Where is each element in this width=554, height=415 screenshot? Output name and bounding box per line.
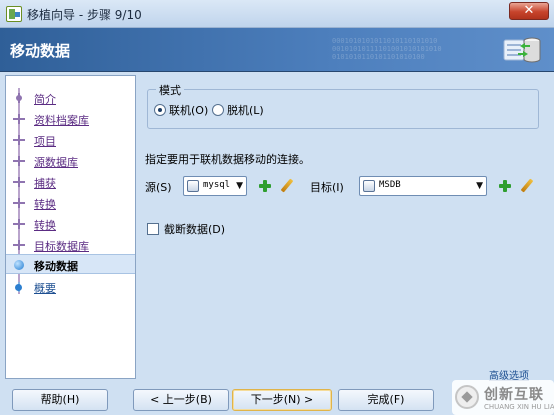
step-done-icon — [13, 240, 25, 250]
wizard-app-icon — [6, 6, 22, 22]
step-header: 移动数据 0001010101011010110101010 001010101… — [0, 28, 554, 72]
sidebar-item-repository[interactable]: 资料档案库 — [6, 109, 135, 129]
database-connection-icon — [187, 180, 199, 192]
wizard-content: 模式 联机(O) 脱机(L) 指定要用于联机数据移动的连接。 源(S) mysq… — [141, 75, 549, 382]
truncate-data-option[interactable]: 截断数据(D) — [147, 221, 225, 237]
sidebar-item-label: 项目 — [34, 135, 56, 148]
sidebar-item-label: 移动数据 — [34, 260, 78, 273]
mode-legend: 模式 — [156, 82, 184, 98]
sidebar-item-label: 源数据库 — [34, 156, 78, 169]
step-done-icon — [13, 198, 25, 208]
back-button[interactable]: < 上一步(B) — [133, 389, 229, 411]
sidebar-item-label: 转换 — [34, 219, 56, 232]
sidebar-item-capture[interactable]: 捕获 — [6, 172, 135, 192]
source-connection-select[interactable]: mysql ▼ — [183, 176, 247, 196]
step-done-icon — [13, 135, 25, 145]
sidebar-item-translate[interactable]: 转换 — [6, 214, 135, 234]
chevron-down-icon: ▼ — [476, 181, 483, 191]
database-connection-icon — [363, 180, 375, 192]
online-radio-label: 联机(O) — [169, 104, 209, 117]
sidebar-item-move-data[interactable]: 移动数据 — [6, 254, 135, 274]
sidebar-item-project[interactable]: 项目 — [6, 130, 135, 150]
watermark: 创新互联 CHUANG XIN HU LIAN — [452, 380, 554, 415]
sidebar-item-label: 概要 — [34, 282, 56, 295]
help-button[interactable]: 帮助(H) — [12, 389, 108, 411]
source-connection-value: mysql — [203, 180, 231, 190]
mode-group: 模式 联机(O) 脱机(L) — [147, 82, 539, 129]
watermark-subtext: CHUANG XIN HU LIAN — [484, 403, 554, 411]
binary-pattern: 0001010101011010110101010 00101010111101… — [332, 37, 442, 61]
step-done-icon — [13, 177, 25, 187]
watermark-logo-icon — [455, 385, 479, 409]
sidebar-item-intro[interactable]: 简介 — [6, 88, 135, 108]
online-radio[interactable]: 联机(O) — [154, 102, 208, 118]
offline-radio[interactable]: 脱机(L) — [212, 102, 264, 118]
sidebar-item-convert[interactable]: 转换 — [6, 193, 135, 213]
source-label: 源(S) — [145, 181, 172, 194]
edit-source-connection-icon[interactable] — [279, 178, 295, 194]
chevron-down-icon: ▼ — [236, 181, 243, 191]
current-step-icon — [13, 260, 25, 270]
step-done-icon — [13, 156, 25, 166]
window-title: 移植向导 - 步骤 9/10 — [27, 8, 142, 22]
close-button[interactable]: ✕ — [509, 2, 549, 20]
watermark-text: 创新互联 — [484, 387, 544, 403]
truncate-data-checkbox[interactable] — [147, 223, 159, 235]
sidebar-item-label: 资料档案库 — [34, 114, 89, 127]
target-connection-value: MSDB — [379, 180, 401, 190]
finish-button[interactable]: 完成(F) — [338, 389, 434, 411]
sidebar-item-target-db[interactable]: 目标数据库 — [6, 235, 135, 255]
sidebar-item-label: 简介 — [34, 93, 56, 106]
step-pending-icon — [13, 282, 25, 292]
add-source-connection-icon[interactable] — [257, 178, 273, 194]
page-title: 移动数据 — [10, 42, 71, 60]
offline-radio-label: 脱机(L) — [227, 104, 264, 117]
sidebar-item-label: 捕获 — [34, 177, 56, 190]
step-done-icon — [13, 114, 25, 124]
target-connection-select[interactable]: MSDB ▼ — [359, 176, 487, 196]
target-label: 目标(I) — [310, 181, 344, 194]
sidebar-item-label: 目标数据库 — [34, 240, 89, 253]
next-button[interactable]: 下一步(N) > — [232, 389, 332, 411]
instruction-text: 指定要用于联机数据移动的连接。 — [145, 153, 310, 166]
database-transfer-icon — [503, 37, 541, 63]
sidebar-item-summary[interactable]: 概要 — [6, 277, 135, 297]
add-target-connection-icon[interactable] — [497, 178, 513, 194]
connection-row: 源(S) mysql ▼ 目标(I) MSDB ▼ — [145, 176, 549, 196]
sidebar-item-source-db[interactable]: 源数据库 — [6, 151, 135, 171]
step-done-icon — [13, 93, 25, 103]
title-bar: 移植向导 - 步骤 9/10 ✕ — [0, 0, 554, 28]
step-done-icon — [13, 219, 25, 229]
offline-radio-button[interactable] — [212, 104, 224, 116]
online-radio-button[interactable] — [154, 104, 166, 116]
wizard-steps-sidebar: 简介 资料档案库 项目 源数据库 捕获 转换 转换 目标数据库 移动数据 概要 — [5, 75, 136, 379]
truncate-data-label: 截断数据(D) — [164, 223, 226, 236]
edit-target-connection-icon[interactable] — [519, 178, 535, 194]
sidebar-item-label: 转换 — [34, 198, 56, 211]
